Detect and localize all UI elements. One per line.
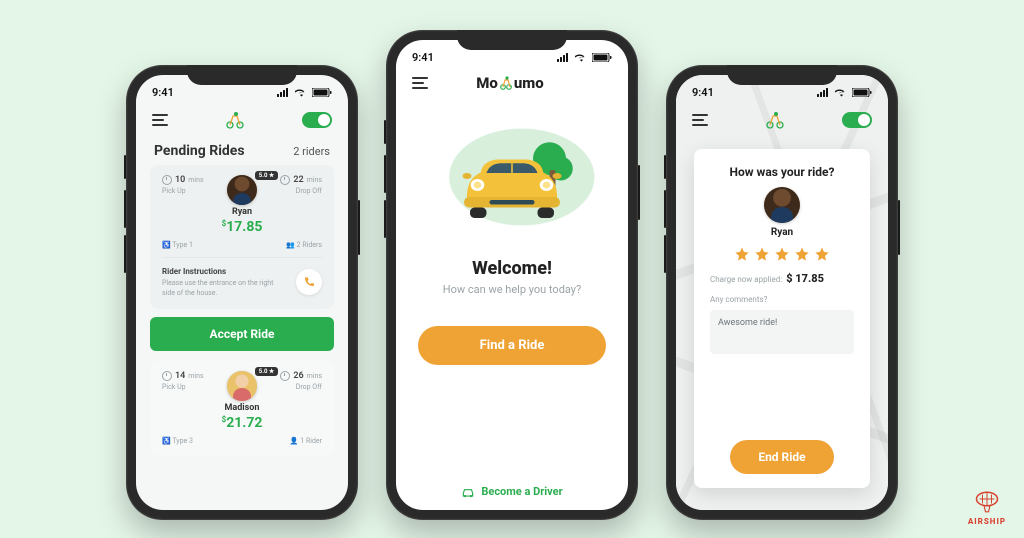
rider-qty: 👤 1 Rider bbox=[290, 437, 322, 445]
welcome-subtitle: How can we help you today? bbox=[414, 283, 610, 296]
rider-name: Madison bbox=[225, 403, 260, 413]
wifi-icon bbox=[835, 88, 848, 97]
rate-title: How was your ride? bbox=[729, 165, 834, 179]
call-rider-button[interactable] bbox=[296, 269, 322, 295]
ride-type: ♿ Type 1 bbox=[162, 241, 193, 249]
menu-button[interactable] bbox=[412, 77, 428, 89]
brand-logo: Mo umo bbox=[476, 74, 543, 92]
rate-card: How was your ride? Ryan Charge now appli… bbox=[694, 149, 870, 488]
welcome-title: Welcome! bbox=[414, 258, 610, 279]
star-rating[interactable] bbox=[734, 246, 830, 262]
wifi-icon bbox=[575, 53, 588, 62]
rider-qty: 👥 2 Riders bbox=[286, 241, 322, 249]
brand-logo-icon bbox=[762, 109, 788, 131]
page-title: Pending Rides bbox=[154, 143, 245, 159]
rider-avatar bbox=[227, 175, 257, 205]
rider-avatar bbox=[227, 371, 257, 401]
ride-type: ♿ Type 3 bbox=[162, 437, 193, 445]
accept-ride-button[interactable]: Accept Ride bbox=[150, 317, 334, 351]
signal-icon bbox=[277, 88, 291, 97]
status-time: 9:41 bbox=[152, 86, 174, 99]
status-time: 9:41 bbox=[692, 86, 714, 99]
ride-card[interactable]: 5.0 ★ 14mins Pick Up Madison $21.72 26mi… bbox=[150, 361, 334, 455]
rider-count: 2 riders bbox=[293, 145, 330, 158]
star-icon[interactable] bbox=[814, 246, 830, 262]
battery-icon bbox=[852, 88, 872, 97]
ride-price: $17.85 bbox=[222, 219, 263, 235]
ride-card[interactable]: 5.0 ★ 10mins Pick Up Ryan $17.85 22mins … bbox=[150, 165, 334, 309]
rider-name: Ryan bbox=[771, 227, 793, 238]
phone-welcome: 9:41 Mo umo bbox=[386, 30, 638, 520]
battery-icon bbox=[312, 88, 332, 97]
clock-icon bbox=[162, 175, 172, 185]
clock-icon bbox=[280, 175, 290, 185]
online-toggle[interactable] bbox=[302, 112, 332, 128]
signal-icon bbox=[817, 88, 831, 97]
rider-avatar bbox=[764, 187, 800, 223]
brand-logo-icon bbox=[222, 109, 248, 131]
car-icon bbox=[461, 486, 475, 498]
rating-badge: 5.0 ★ bbox=[255, 171, 279, 180]
clock-icon bbox=[280, 371, 290, 381]
star-icon[interactable] bbox=[754, 246, 770, 262]
ride-price: $21.72 bbox=[222, 415, 263, 431]
brand-logo-icon bbox=[499, 75, 513, 91]
become-driver-link[interactable]: Become a Driver bbox=[396, 485, 628, 498]
status-time: 9:41 bbox=[412, 51, 434, 64]
phone-rate-ride: 9:41 How was your ride? Ryan bbox=[666, 65, 898, 520]
airship-watermark: AIRSHIP bbox=[968, 487, 1006, 526]
battery-icon bbox=[592, 53, 612, 62]
signal-icon bbox=[557, 53, 571, 62]
hero-illustration bbox=[414, 100, 610, 240]
wifi-icon bbox=[295, 88, 308, 97]
rating-badge: 5.0 ★ bbox=[255, 367, 279, 376]
star-icon[interactable] bbox=[794, 246, 810, 262]
clock-icon bbox=[162, 371, 172, 381]
rider-instructions: Rider Instructions Please use the entran… bbox=[162, 266, 288, 299]
online-toggle[interactable] bbox=[842, 112, 872, 128]
menu-button[interactable] bbox=[152, 114, 168, 126]
charge-line: Charge now applied:$ 17.85 bbox=[710, 272, 824, 285]
menu-button[interactable] bbox=[692, 114, 708, 126]
star-icon[interactable] bbox=[734, 246, 750, 262]
comment-input[interactable]: Awesome ride! bbox=[710, 310, 854, 354]
star-icon[interactable] bbox=[774, 246, 790, 262]
rider-name: Ryan bbox=[232, 207, 252, 217]
find-ride-button[interactable]: Find a Ride bbox=[418, 326, 606, 365]
phone-driver-pending: 9:41 Pending Rides 2 riders bbox=[126, 65, 358, 520]
comment-label: Any comments? bbox=[710, 295, 767, 304]
end-ride-button[interactable]: End Ride bbox=[730, 440, 833, 474]
